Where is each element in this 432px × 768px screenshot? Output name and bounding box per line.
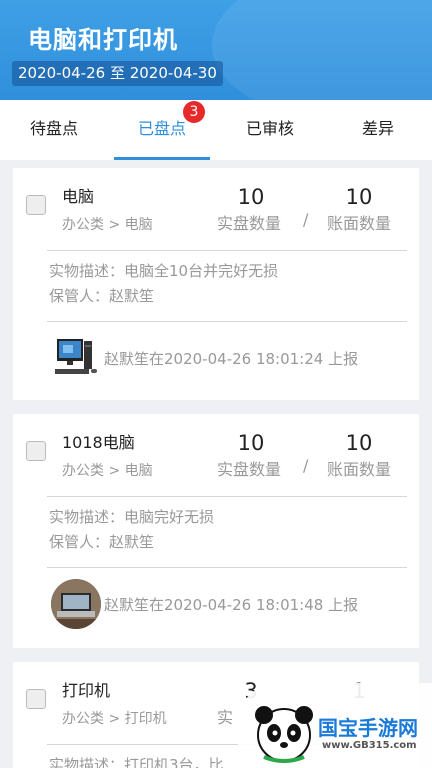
header-decoration — [212, 0, 432, 100]
page-header: 电脑和打印机 2020-04-26 至 2020-04-30 — [0, 0, 432, 100]
counted-label: 实 — [217, 708, 234, 727]
report-info: 赵默笙在2020-04-26 18:01:24 上报 — [104, 350, 359, 368]
book-label: 账面数量 — [327, 214, 392, 233]
asset-description: 实物描述：电脑全10台并完好无损 — [49, 262, 279, 280]
asset-description: 实物描述：打印机3台，比 — [49, 756, 224, 768]
tab-pending[interactable]: 待盘点 — [0, 100, 108, 160]
date-range: 2020-04-26 至 2020-04-30 — [12, 61, 223, 86]
counted-label: 实盘数量 — [217, 214, 282, 233]
select-checkbox[interactable] — [26, 689, 46, 709]
tab-bar: 待盘点 已盘点 3 已审核 差异 — [0, 100, 432, 160]
tab-label: 已审核 — [245, 119, 294, 138]
count-badge: 3 — [183, 101, 205, 123]
laptop-photo-icon[interactable] — [51, 579, 101, 629]
asset-card[interactable]: 1018电脑 办公类 > 电脑 10 10 实盘数量 / 账面数量 实物描述：电… — [13, 414, 419, 648]
asset-category: 办公类 > 打印机 — [62, 711, 167, 727]
computer-photo-icon[interactable] — [51, 333, 101, 383]
select-checkbox[interactable] — [26, 195, 46, 215]
watermark-url: www.GB315.com — [322, 740, 417, 751]
tab-label: 已盘点 — [137, 119, 186, 138]
asset-category: 办公类 > 电脑 — [62, 463, 153, 479]
book-quantity: 10 — [345, 431, 373, 455]
divider — [47, 496, 407, 497]
asset-keeper: 保管人：赵默笙 — [49, 287, 155, 305]
book-quantity: 10 — [345, 185, 373, 209]
counted-label: 实盘数量 — [217, 460, 282, 479]
divider — [47, 250, 407, 251]
asset-description: 实物描述：电脑完好无损 — [49, 508, 215, 526]
watermark-text: 国宝手游网 — [318, 716, 418, 740]
tab-counted[interactable]: 已盘点 3 — [108, 100, 216, 160]
report-info: 赵默笙在2020-04-26 18:01:48 上报 — [104, 596, 359, 614]
panda-logo-icon — [255, 706, 313, 763]
tab-difference[interactable]: 差异 — [324, 100, 432, 160]
select-checkbox[interactable] — [26, 441, 46, 461]
asset-card[interactable]: 电脑 办公类 > 电脑 10 10 实盘数量 / 账面数量 实物描述：电脑全10… — [13, 168, 419, 400]
counted-quantity: 10 — [237, 431, 265, 455]
asset-category: 办公类 > 电脑 — [62, 217, 153, 233]
separator: / — [303, 456, 309, 475]
active-tab-indicator — [114, 157, 210, 160]
asset-name: 电脑 — [62, 187, 95, 206]
tab-label: 待盘点 — [29, 119, 78, 138]
page-title: 电脑和打印机 — [28, 26, 178, 54]
asset-name: 打印机 — [62, 681, 111, 700]
asset-name: 1018电脑 — [62, 433, 135, 452]
asset-keeper: 保管人：赵默笙 — [49, 533, 155, 551]
tab-label: 差异 — [361, 119, 394, 138]
divider — [47, 321, 407, 322]
counted-quantity: 10 — [237, 185, 265, 209]
tab-reviewed[interactable]: 已审核 — [216, 100, 324, 160]
divider — [47, 567, 407, 568]
book-label: 账面数量 — [327, 460, 392, 479]
separator: / — [303, 210, 309, 229]
